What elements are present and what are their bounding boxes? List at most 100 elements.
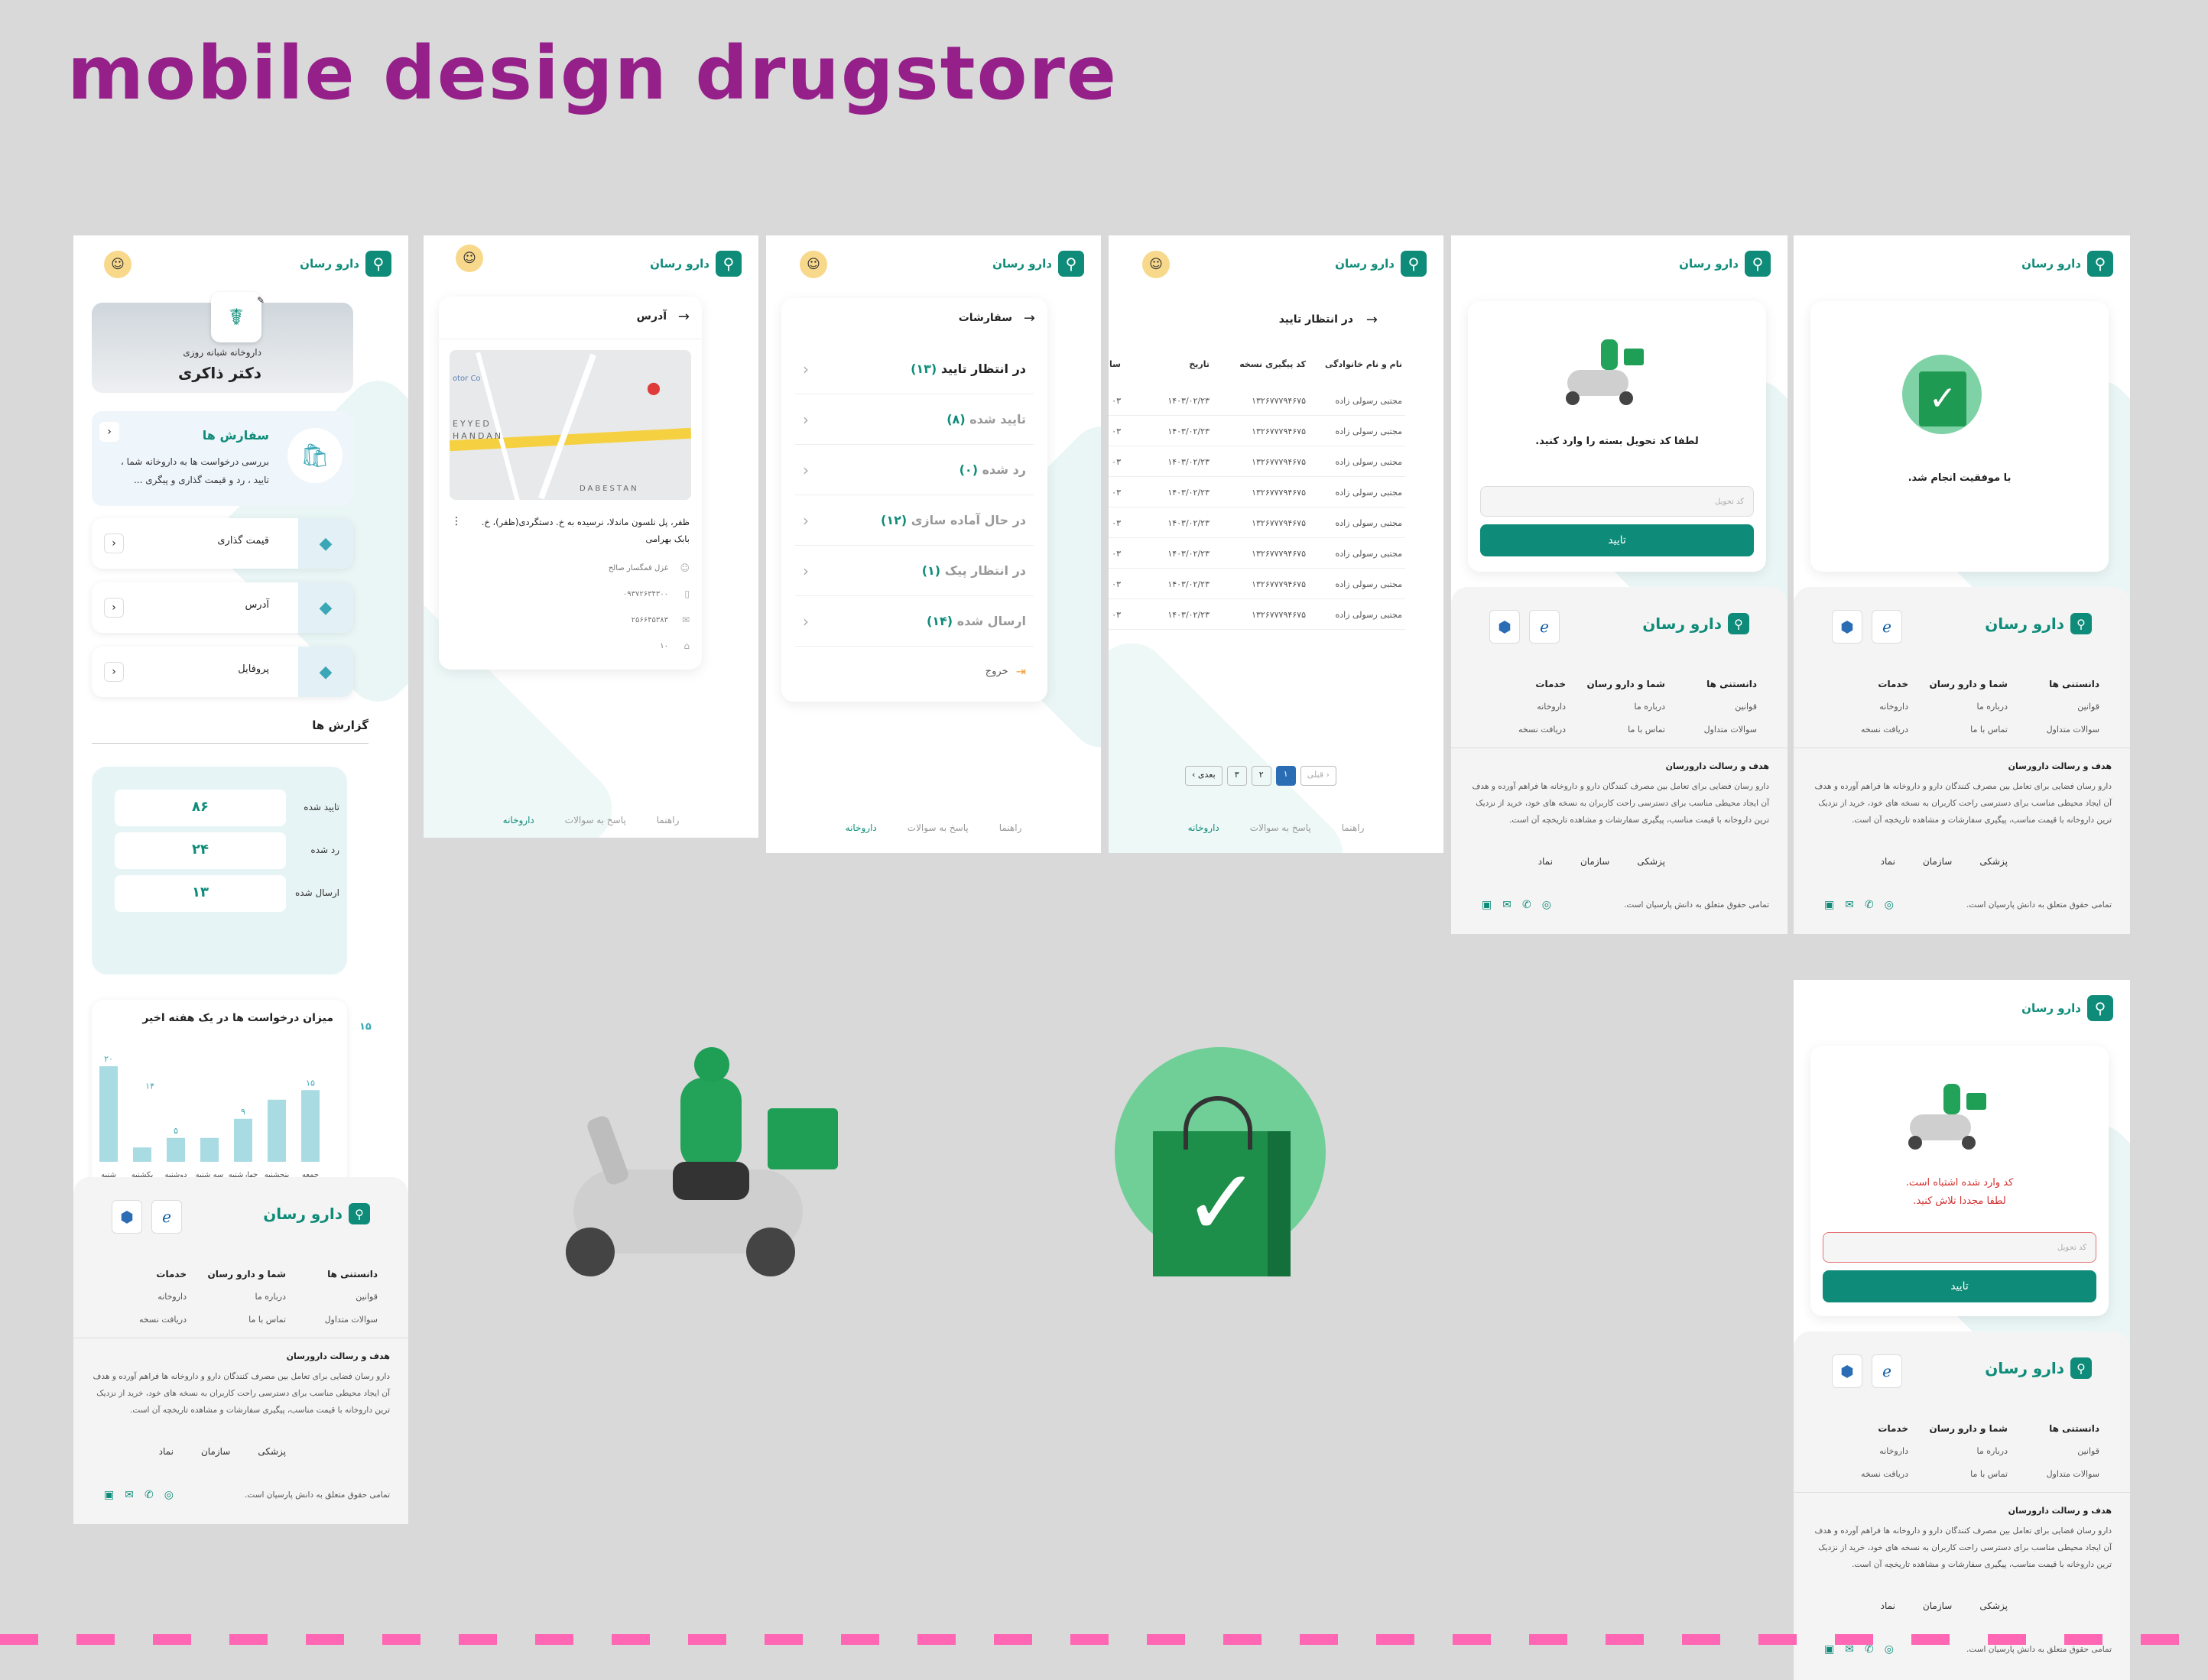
footer-link[interactable]: قوانین bbox=[2047, 696, 2099, 718]
pharmacy-logo[interactable]: ☤ bbox=[211, 292, 261, 342]
arrow-right-icon[interactable]: → bbox=[678, 309, 690, 325]
footer-link[interactable]: تماس با ما bbox=[1930, 1463, 2008, 1486]
order-status-row[interactable]: ارسال شده (۱۴) ‹ bbox=[795, 596, 1034, 647]
footer-logo[interactable]: ⚲ دارو رسان bbox=[263, 1203, 370, 1224]
footer-link[interactable]: سوالات متداول bbox=[1704, 718, 1757, 741]
instagram-icon[interactable]: ◎ bbox=[1542, 899, 1551, 911]
delivery-code-input[interactable]: کد تحویل bbox=[1823, 1232, 2096, 1263]
edit-icon[interactable]: ✎ bbox=[257, 295, 265, 306]
pager-page[interactable]: ۲ bbox=[1251, 766, 1271, 786]
whatsapp-icon[interactable]: ✆ bbox=[1522, 899, 1531, 911]
table-row[interactable]: مجتبی رسولی زاده ۱۳۲۶۷۷۷۹۴۶۷۵ ۱۴۰۳/۰۲/۲۳ ۰۳ bbox=[1109, 546, 1405, 569]
instagram-icon[interactable]: ◎ bbox=[1885, 1643, 1894, 1656]
brand-logo[interactable]: ⚲ دارو رسان bbox=[2021, 995, 2113, 1021]
menu-item[interactable]: ◆ پروفایل ‹ bbox=[92, 647, 353, 697]
footer-link[interactable]: تماس با ما bbox=[208, 1309, 286, 1331]
footer-link[interactable]: دریافت نسخه bbox=[139, 1309, 187, 1331]
pager-page-active[interactable]: ۱ bbox=[1275, 766, 1296, 786]
mail-icon[interactable]: ✉ bbox=[1845, 899, 1854, 911]
instagram-icon[interactable]: ◎ bbox=[164, 1489, 174, 1501]
table-row[interactable]: مجتبی رسولی زاده ۱۳۲۶۷۷۷۹۴۶۷۵ ۱۴۰۳/۰۲/۲۳ ۰۳ bbox=[1109, 423, 1405, 446]
brand-logo[interactable]: ⚲ دارو رسان bbox=[650, 251, 742, 277]
nav-pharmacy[interactable]: داروخانه bbox=[503, 815, 534, 825]
whatsapp-icon[interactable]: ✆ bbox=[1865, 1643, 1874, 1656]
orders-card[interactable]: 🛍 سفارش ها بررسی درخواست ها به داروخانه … bbox=[92, 411, 353, 506]
avatar[interactable]: ☺ bbox=[456, 245, 483, 272]
footer-link[interactable]: دریافت نسخه bbox=[1861, 1463, 1908, 1486]
order-status-row[interactable]: در حال آماده سازی (۱۲) ‹ bbox=[795, 495, 1034, 546]
e-namad-badge[interactable]: ⬢ bbox=[1832, 1354, 1862, 1388]
brand-logo[interactable]: ⚲ دارو رسان bbox=[300, 251, 391, 277]
footer-link[interactable]: درباره ما bbox=[1930, 696, 2008, 718]
map[interactable]: EYYED HANDAN DABESTAN otor Co ⬤ bbox=[450, 350, 691, 500]
footer-link[interactable]: دریافت نسخه bbox=[1518, 718, 1566, 741]
nav-help[interactable]: راهنما bbox=[657, 815, 680, 825]
confirm-button[interactable]: تایید bbox=[1480, 524, 1754, 556]
arrow-right-icon[interactable]: → bbox=[1366, 312, 1378, 328]
table-row[interactable]: مجتبی رسولی زاده ۱۳۲۶۷۷۷۹۴۶۷۵ ۱۴۰۳/۰۲/۲۳ ۰۳ bbox=[1109, 515, 1405, 538]
footer-link[interactable]: قوانین bbox=[1704, 696, 1757, 718]
pager-prev[interactable]: قبلی › bbox=[1300, 766, 1336, 786]
logout-row[interactable]: ⇥ خروج bbox=[795, 650, 1034, 692]
nav-help[interactable]: راهنما bbox=[999, 822, 1022, 833]
brand-logo[interactable]: ⚲ دارو رسان bbox=[2021, 251, 2113, 277]
footer-link[interactable]: داروخانه bbox=[139, 1286, 187, 1309]
footer-logo[interactable]: ⚲ دارو رسان bbox=[1642, 613, 1749, 634]
footer-link[interactable]: داروخانه bbox=[1518, 696, 1566, 718]
instagram-icon[interactable]: ◎ bbox=[1885, 899, 1894, 911]
footer-link[interactable]: قوانین bbox=[325, 1286, 378, 1309]
nav-faq[interactable]: پاسخ به سوالات bbox=[565, 815, 626, 825]
footer-link[interactable]: قوانین bbox=[2047, 1440, 2099, 1463]
footer-link[interactable]: سوالات متداول bbox=[2047, 1463, 2099, 1486]
order-status-row[interactable]: در انتظار پیک (۱) ‹ bbox=[795, 546, 1034, 596]
footer-link[interactable]: داروخانه bbox=[1861, 696, 1908, 718]
samandehi-badge[interactable]: ℯ bbox=[1872, 610, 1902, 644]
nav-help[interactable]: راهنما bbox=[1342, 822, 1365, 833]
brand-logo[interactable]: ⚲ دارو رسان bbox=[1335, 251, 1427, 277]
footer-link[interactable]: داروخانه bbox=[1861, 1440, 1908, 1463]
mail-icon[interactable]: ✉ bbox=[125, 1489, 134, 1501]
order-status-row[interactable]: تایید شده (۸) ‹ bbox=[795, 394, 1034, 445]
footer-logo[interactable]: ⚲ دارو رسان bbox=[1985, 613, 2092, 634]
mail-icon[interactable]: ✉ bbox=[1845, 1643, 1854, 1656]
footer-logo[interactable]: ⚲ دارو رسان bbox=[1985, 1357, 2092, 1379]
brand-logo[interactable]: ⚲ دارو رسان bbox=[1679, 251, 1771, 277]
e-namad-badge[interactable]: ⬢ bbox=[1489, 610, 1520, 644]
footer-link[interactable]: دریافت نسخه bbox=[1861, 718, 1908, 741]
arrow-right-icon[interactable]: → bbox=[1024, 310, 1035, 326]
table-row[interactable]: مجتبی رسولی زاده ۱۳۲۶۷۷۷۹۴۶۷۵ ۱۴۰۳/۰۲/۲۳ ۰۳ bbox=[1109, 485, 1405, 508]
e-namad-badge[interactable]: ⬢ bbox=[112, 1200, 142, 1234]
order-status-row[interactable]: رد شده (۰) ‹ bbox=[795, 445, 1034, 495]
linkedin-icon[interactable]: ▣ bbox=[1824, 1643, 1834, 1656]
avatar[interactable]: ☺ bbox=[800, 251, 827, 278]
whatsapp-icon[interactable]: ✆ bbox=[144, 1489, 154, 1501]
linkedin-icon[interactable]: ▣ bbox=[104, 1489, 114, 1501]
table-row[interactable]: مجتبی رسولی زاده ۱۳۲۶۷۷۷۹۴۶۷۵ ۱۴۰۳/۰۲/۲۳ ۰۳ bbox=[1109, 454, 1405, 477]
samandehi-badge[interactable]: ℯ bbox=[1529, 610, 1560, 644]
pager-page[interactable]: ۳ bbox=[1226, 766, 1247, 786]
footer-link[interactable]: درباره ما bbox=[1587, 696, 1665, 718]
e-namad-badge[interactable]: ⬢ bbox=[1832, 610, 1862, 644]
mail-icon[interactable]: ✉ bbox=[1502, 899, 1512, 911]
table-row[interactable]: مجتبی رسولی زاده ۱۳۲۶۷۷۷۹۴۶۷۵ ۱۴۰۳/۰۲/۲۳ ۰۳ bbox=[1109, 393, 1405, 416]
footer-link[interactable]: تماس با ما bbox=[1930, 718, 2008, 741]
samandehi-badge[interactable]: ℯ bbox=[1872, 1354, 1902, 1388]
footer-link[interactable]: سوالات متداول bbox=[325, 1309, 378, 1331]
delivery-code-input[interactable]: کد تحویل bbox=[1480, 486, 1754, 517]
chevron-left-icon[interactable]: ‹ bbox=[99, 422, 119, 442]
footer-link[interactable]: تماس با ما bbox=[1587, 718, 1665, 741]
whatsapp-icon[interactable]: ✆ bbox=[1865, 899, 1874, 911]
more-icon[interactable]: ⋮ bbox=[451, 515, 462, 527]
brand-logo[interactable]: ⚲ دارو رسان bbox=[992, 251, 1084, 277]
nav-pharmacy[interactable]: داروخانه bbox=[1188, 822, 1219, 833]
table-row[interactable]: مجتبی رسولی زاده ۱۳۲۶۷۷۷۹۴۶۷۵ ۱۴۰۳/۰۲/۲۳ ۰۳ bbox=[1109, 607, 1405, 630]
menu-item[interactable]: ◆ آدرس ‹ bbox=[92, 582, 353, 633]
menu-item[interactable]: ◆ قیمت گذاری ‹ bbox=[92, 518, 353, 569]
chevron-left-icon[interactable]: ‹ bbox=[104, 534, 124, 553]
nav-faq[interactable]: پاسخ به سوالات bbox=[908, 822, 969, 833]
chevron-left-icon[interactable]: ‹ bbox=[104, 598, 124, 618]
footer-link[interactable]: درباره ما bbox=[208, 1286, 286, 1309]
footer-link[interactable]: سوالات متداول bbox=[2047, 718, 2099, 741]
linkedin-icon[interactable]: ▣ bbox=[1824, 899, 1834, 911]
table-row[interactable]: مجتبی رسولی زاده ۱۳۲۶۷۷۷۹۴۶۷۵ ۱۴۰۳/۰۲/۲۳ ۰۳ bbox=[1109, 576, 1405, 599]
